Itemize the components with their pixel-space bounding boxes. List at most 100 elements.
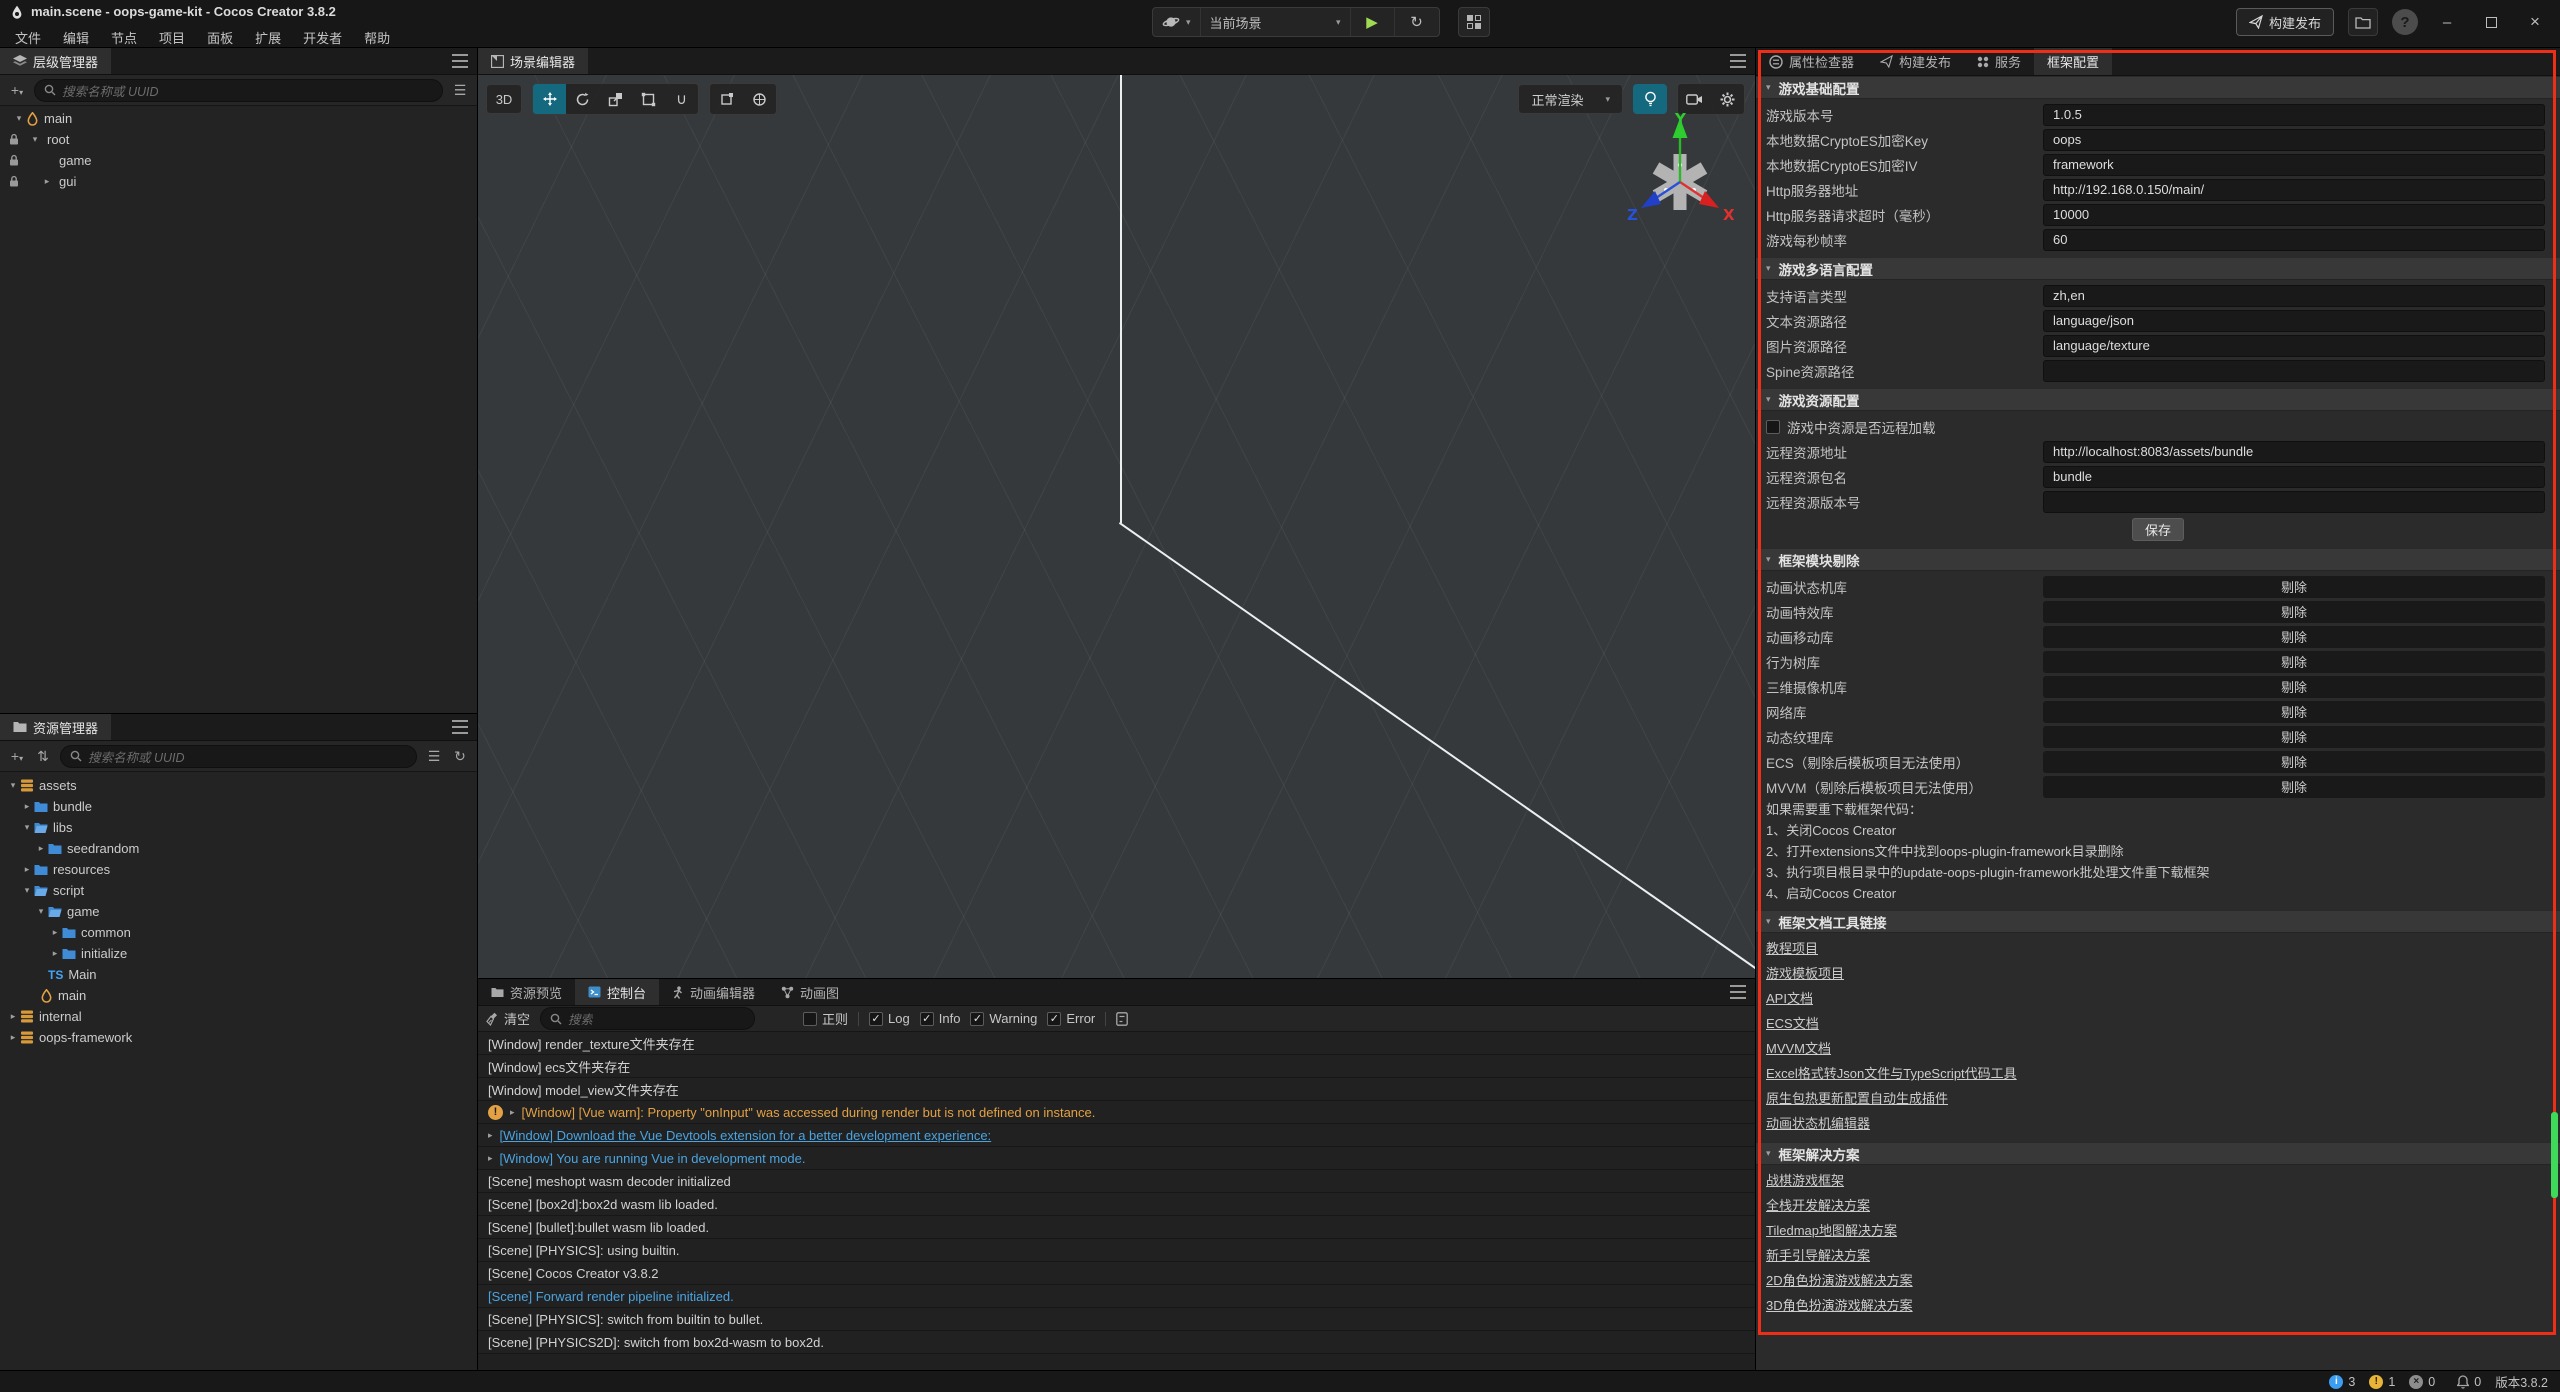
text-res-path-input[interactable] bbox=[2043, 310, 2545, 332]
scene-viewport[interactable]: 3D ∪ bbox=[478, 75, 1755, 978]
hierarchy-filter-icon[interactable]: ☰ bbox=[451, 82, 469, 99]
menu-node[interactable]: 节点 bbox=[100, 27, 148, 48]
solution-link[interactable]: 新手引导解决方案 bbox=[1766, 1243, 1870, 1268]
remote-load-checkbox[interactable] bbox=[1766, 420, 1780, 434]
scene-select[interactable]: 当前场景 ▾ bbox=[1201, 8, 1351, 36]
preview-platform-button[interactable]: ▾ bbox=[1153, 8, 1201, 36]
build-publish-button[interactable]: 构建发布 bbox=[2236, 8, 2334, 36]
filter-log-checkbox[interactable]: ✓ Log bbox=[869, 1011, 910, 1026]
doc-link[interactable]: 教程项目 bbox=[1766, 936, 1818, 961]
status-error-count[interactable]: × 0 bbox=[2409, 1375, 2435, 1389]
asset-node-main-scene[interactable]: main bbox=[0, 985, 477, 1006]
filter-warning-checkbox[interactable]: ✓ Warning bbox=[970, 1011, 1037, 1026]
menu-panel[interactable]: 面板 bbox=[196, 27, 244, 48]
solution-link[interactable]: Tiledmap地图解决方案 bbox=[1766, 1218, 1897, 1243]
tab-scene-editor[interactable]: 场景编辑器 bbox=[478, 48, 588, 74]
asset-node-seedrandom[interactable]: ▸ seedrandom bbox=[0, 838, 477, 859]
rotate-tool-button[interactable] bbox=[566, 84, 599, 114]
asset-node-main-ts[interactable]: TS Main bbox=[0, 964, 477, 985]
section-docs[interactable]: ▾框架文档工具链接 bbox=[1756, 910, 2560, 933]
hierarchy-node-gui[interactable]: ▸ gui bbox=[0, 171, 477, 192]
tab-framework-config[interactable]: 框架配置 bbox=[2034, 48, 2112, 75]
move-tool-button[interactable] bbox=[533, 84, 566, 114]
reload-button[interactable]: ↻ bbox=[1395, 8, 1439, 36]
rect-tool-button[interactable] bbox=[632, 84, 665, 114]
asset-node-bundle[interactable]: ▸ bundle bbox=[0, 796, 477, 817]
spine-res-path-input[interactable] bbox=[2043, 360, 2545, 382]
gizmo-coordinate-button[interactable] bbox=[743, 84, 776, 114]
remove-module-button[interactable]: 剔除 bbox=[2043, 651, 2545, 673]
scale-tool-button[interactable] bbox=[599, 84, 632, 114]
solution-link[interactable]: 3D角色扮演游戏解决方案 bbox=[1766, 1293, 1913, 1318]
close-button[interactable]: × bbox=[2520, 8, 2550, 36]
tab-property-inspector[interactable]: 属性检查器 bbox=[1756, 48, 1867, 75]
hierarchy-search-input[interactable]: 搜索名称或 UUID bbox=[34, 79, 443, 102]
doc-link[interactable]: ECS文档 bbox=[1766, 1011, 1819, 1036]
remote-bundle-input[interactable] bbox=[2043, 466, 2545, 488]
tab-hierarchy[interactable]: 层级管理器 bbox=[0, 48, 111, 74]
remove-module-button[interactable]: 剔除 bbox=[2043, 676, 2545, 698]
assets-menu-button[interactable] bbox=[452, 720, 468, 734]
view-orientation-gizmo[interactable]: Y X Z bbox=[1615, 110, 1745, 240]
status-info-count[interactable]: i 3 bbox=[2329, 1375, 2355, 1389]
section-game-basic[interactable]: ▾游戏基础配置 bbox=[1756, 76, 2560, 99]
console-menu-button[interactable] bbox=[1730, 985, 1746, 999]
help-button[interactable]: ? bbox=[2392, 9, 2418, 35]
menu-help[interactable]: 帮助 bbox=[353, 27, 401, 48]
tab-assets[interactable]: 资源管理器 bbox=[0, 714, 111, 740]
asset-node-internal[interactable]: ▸ internal bbox=[0, 1006, 477, 1027]
log-row-info[interactable]: ▸ [Window] You are running Vue in develo… bbox=[478, 1147, 1755, 1170]
asset-node-initialize[interactable]: ▸ initialize bbox=[0, 943, 477, 964]
asset-node-resources[interactable]: ▸ resources bbox=[0, 859, 477, 880]
game-version-input[interactable] bbox=[2043, 104, 2545, 126]
assets-search-input[interactable]: 搜索名称或 UUID bbox=[60, 745, 417, 768]
remove-module-button[interactable]: 剔除 bbox=[2043, 601, 2545, 623]
tab-animation-graph[interactable]: 动画图 bbox=[768, 979, 852, 1005]
doc-link[interactable]: MVVM文档 bbox=[1766, 1036, 1831, 1061]
remove-module-button[interactable]: 剔除 bbox=[2043, 776, 2545, 798]
fps-input[interactable] bbox=[2043, 229, 2545, 251]
filter-info-checkbox[interactable]: ✓ Info bbox=[920, 1011, 961, 1026]
http-timeout-input[interactable] bbox=[2043, 204, 2545, 226]
asset-node-game[interactable]: ▾ game bbox=[0, 901, 477, 922]
preview-qrcode-button[interactable] bbox=[1458, 7, 1490, 37]
menu-extension[interactable]: 扩展 bbox=[244, 27, 292, 48]
hierarchy-menu-button[interactable] bbox=[452, 54, 468, 68]
menu-file[interactable]: 文件 bbox=[4, 27, 52, 48]
open-project-folder-button[interactable] bbox=[2348, 8, 2378, 36]
doc-link[interactable]: 动画状态机编辑器 bbox=[1766, 1111, 1870, 1136]
texture-res-path-input[interactable] bbox=[2043, 335, 2545, 357]
remove-module-button[interactable]: 剔除 bbox=[2043, 626, 2545, 648]
doc-link[interactable]: API文档 bbox=[1766, 986, 1813, 1011]
tab-services[interactable]: 服务 bbox=[1964, 48, 2034, 75]
scene-menu-button[interactable] bbox=[1730, 54, 1746, 68]
hierarchy-node-game[interactable]: game bbox=[0, 150, 477, 171]
menu-project[interactable]: 项目 bbox=[148, 27, 196, 48]
crypto-key-input[interactable] bbox=[2043, 129, 2545, 151]
status-warning-count[interactable]: ! 1 bbox=[2369, 1375, 2395, 1389]
solution-link[interactable]: 全栈开发解决方案 bbox=[1766, 1193, 1870, 1218]
log-row-warning[interactable]: ! ▸ [Window] [Vue warn]: Property "onInp… bbox=[478, 1101, 1755, 1124]
remove-module-button[interactable]: 剔除 bbox=[2043, 701, 2545, 723]
tab-asset-preview[interactable]: 资源预览 bbox=[478, 979, 575, 1005]
doc-link[interactable]: 游戏模板项目 bbox=[1766, 961, 1844, 986]
doc-link[interactable]: 原生包热更新配置自动生成插件 bbox=[1766, 1086, 1948, 1111]
crypto-iv-input[interactable] bbox=[2043, 154, 2545, 176]
solution-link[interactable]: 2D角色扮演游戏解决方案 bbox=[1766, 1268, 1913, 1293]
regex-checkbox[interactable]: 正则 bbox=[803, 1009, 848, 1028]
section-i18n[interactable]: ▾游戏多语言配置 bbox=[1756, 257, 2560, 280]
assets-filter-icon[interactable]: ☰ bbox=[425, 748, 443, 765]
section-game-res[interactable]: ▾游戏资源配置 bbox=[1756, 388, 2560, 411]
clear-console-button[interactable]: 清空 bbox=[486, 1009, 530, 1028]
section-solutions[interactable]: ▾框架解决方案 bbox=[1756, 1142, 2560, 1165]
minimize-button[interactable]: – bbox=[2432, 8, 2462, 36]
remote-url-input[interactable] bbox=[2043, 441, 2545, 463]
dimension-toggle-button[interactable]: 3D bbox=[486, 84, 522, 114]
hierarchy-node-root[interactable]: ▾ root bbox=[0, 129, 477, 150]
hierarchy-node-main[interactable]: ▾ main bbox=[0, 108, 477, 129]
asset-node-libs[interactable]: ▾ libs bbox=[0, 817, 477, 838]
asset-node-script[interactable]: ▾ script bbox=[0, 880, 477, 901]
log-row-info[interactable]: ▸ [Window] Download the Vue Devtools ext… bbox=[478, 1124, 1755, 1147]
status-notifications[interactable]: 0 bbox=[2457, 1375, 2481, 1389]
maximize-button[interactable] bbox=[2476, 8, 2506, 36]
